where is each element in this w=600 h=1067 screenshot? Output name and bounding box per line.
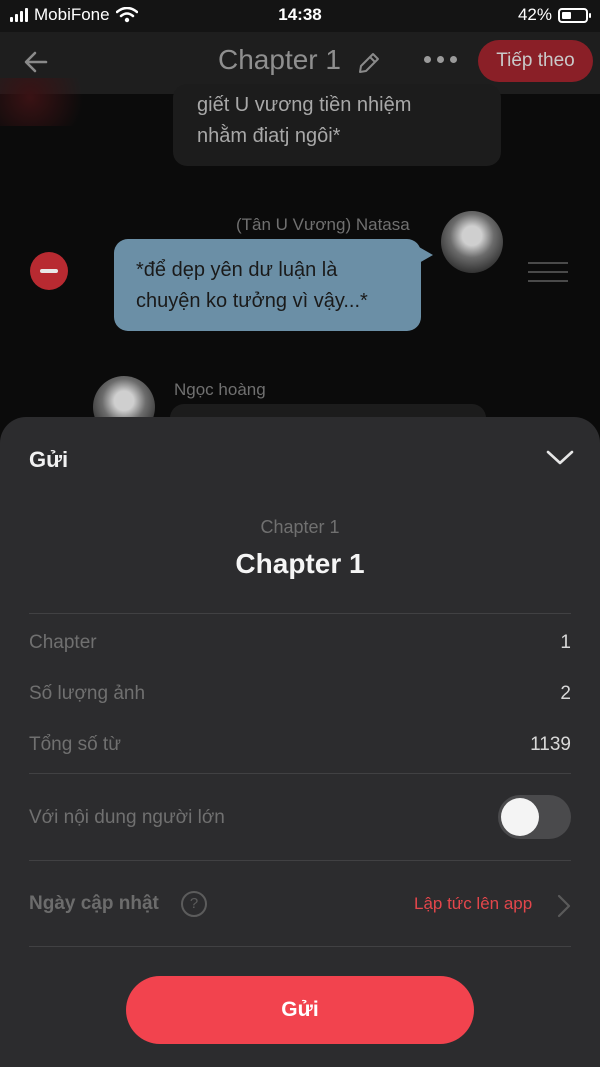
word-count-label: Tổng số từ: [29, 734, 121, 755]
chevron-right-icon[interactable]: [556, 893, 572, 919]
word-count-value: 1139: [530, 734, 571, 755]
chapter-label: Chapter: [29, 632, 97, 653]
battery-info: 42%: [517, 5, 591, 25]
pencil-icon[interactable]: [356, 50, 382, 76]
update-date-value[interactable]: Lập tức lên app: [414, 894, 532, 914]
sender-name: Ngọc hoàng: [174, 380, 266, 399]
message-bubble[interactable]: giết U vương tiền nhiệm nhằm điatj ngôi*: [173, 84, 501, 166]
image-count-value: 2: [560, 683, 571, 704]
adult-content-label: Với nội dung người lớn: [29, 807, 225, 828]
update-date-label: Ngày cập nhật: [29, 893, 159, 914]
chevron-down-icon[interactable]: [544, 445, 576, 469]
help-icon[interactable]: ?: [181, 891, 207, 917]
next-button[interactable]: Tiếp theo: [478, 40, 593, 82]
sheet-header: Gửi: [29, 447, 69, 472]
publish-sheet: Gửi Chapter 1 Chapter 1 Chapter 1 Số lượ…: [0, 417, 600, 1067]
divider: [29, 860, 571, 861]
adult-content-toggle[interactable]: [498, 795, 571, 839]
sender-name: (Tân U Vương) Natasa: [236, 215, 410, 234]
more-icon[interactable]: [424, 56, 457, 63]
toggle-knob: [501, 798, 539, 836]
back-arrow-icon[interactable]: [20, 46, 52, 78]
avatar: [441, 211, 503, 273]
sheet-title: Chapter 1: [235, 548, 365, 579]
menu-icon[interactable]: [528, 262, 568, 289]
chapter-title[interactable]: Chapter 1: [218, 44, 341, 76]
divider: [29, 946, 571, 947]
divider: [29, 613, 571, 614]
clock: 14:38: [278, 5, 322, 24]
status-bar: MobiFone 14:38 42%: [0, 0, 600, 32]
battery-icon: [558, 7, 591, 23]
message-bubble-selected[interactable]: *để dẹp yên dư luận là chuyện ko tưởng v…: [114, 239, 433, 331]
image-count-label: Số lượng ảnh: [29, 683, 146, 704]
submit-button[interactable]: Gửi: [126, 976, 474, 1044]
chapter-value: 1: [560, 632, 571, 653]
delete-message-button[interactable]: [30, 252, 68, 290]
battery-percent: 42%: [517, 5, 552, 24]
sheet-subtitle: Chapter 1: [260, 517, 340, 537]
divider: [29, 773, 571, 774]
